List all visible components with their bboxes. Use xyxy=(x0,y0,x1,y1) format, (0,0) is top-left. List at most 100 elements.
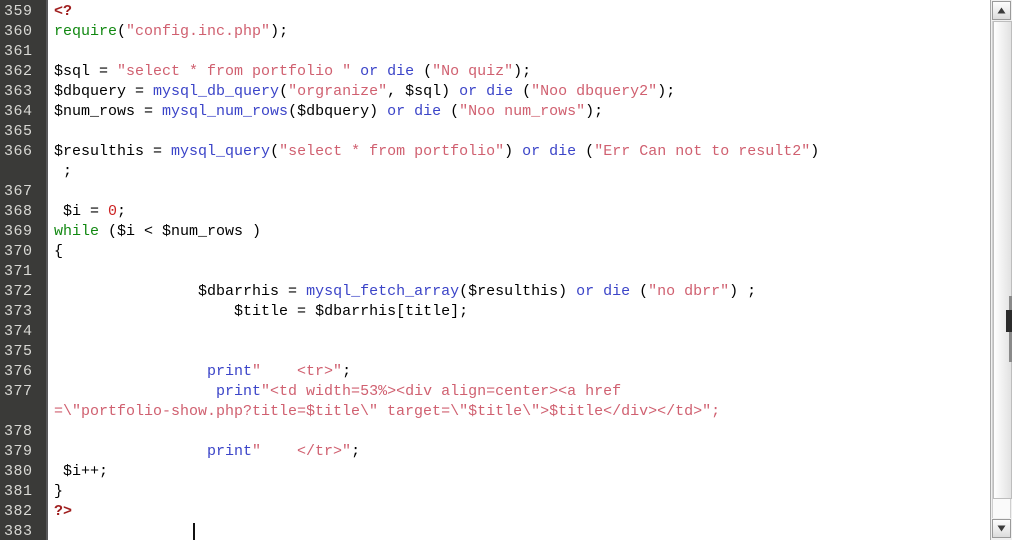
code-line[interactable] xyxy=(48,342,1012,362)
code-token: $num_rows ) xyxy=(162,223,262,240)
line-number: 366 xyxy=(4,143,33,160)
line-number: 365 xyxy=(4,123,33,140)
code-token: ($i xyxy=(108,223,145,240)
code-line[interactable]: $title = $dbarrhis[title]; xyxy=(48,302,1012,322)
code-token: or die xyxy=(360,63,424,80)
code-token: " <tr>" xyxy=(252,363,343,380)
code-token: ; xyxy=(117,203,127,220)
line-number: 376 xyxy=(4,363,33,380)
code-token: ( xyxy=(585,143,595,160)
line-number: 369 xyxy=(4,223,33,240)
scroll-up-arrow-button[interactable] xyxy=(992,1,1011,20)
code-line[interactable]: $i++; xyxy=(48,462,1012,482)
code-line[interactable]: <? xyxy=(48,2,1012,22)
code-token: mysql_num_rows xyxy=(162,103,289,120)
line-number-wrapped xyxy=(0,162,48,182)
code-line[interactable] xyxy=(48,42,1012,62)
code-token: mysql_db_query xyxy=(153,83,280,100)
code-token: print xyxy=(207,443,253,460)
line-number: 361 xyxy=(4,43,33,60)
code-token: ( xyxy=(639,283,649,300)
code-line[interactable]: ?> xyxy=(48,502,1012,522)
code-line[interactable]: { xyxy=(48,242,1012,262)
code-line-wrapped[interactable]: =\"portfolio-show.php?title=$title\" tar… xyxy=(48,402,1012,422)
code-line[interactable] xyxy=(48,422,1012,442)
code-token: ) ; xyxy=(729,283,757,300)
code-token: "orgranize" xyxy=(288,83,388,100)
scrollbar-position-marker xyxy=(1006,310,1012,332)
code-line[interactable]: $num_rows = mysql_num_rows($dbquery) or … xyxy=(48,102,1012,122)
line-number: 363 xyxy=(4,83,33,100)
line-number: 371 xyxy=(4,263,33,280)
code-token: ); xyxy=(657,83,676,100)
code-token: print xyxy=(216,383,262,400)
scroll-down-arrow-button[interactable] xyxy=(992,519,1011,538)
code-token: " </tr>" xyxy=(252,443,352,460)
line-number: 382 xyxy=(4,503,33,520)
code-token: "config.inc.php" xyxy=(126,23,271,40)
code-token: ( xyxy=(117,23,127,40)
code-token: $dbquery xyxy=(54,83,136,100)
line-number: 368 xyxy=(4,203,33,220)
code-token: $num_rows xyxy=(54,103,145,120)
code-token: = xyxy=(135,83,154,100)
code-line[interactable]: print" </tr>"; xyxy=(48,442,1012,462)
code-token: $i++; xyxy=(54,463,109,480)
line-number: 375 xyxy=(4,343,33,360)
line-number: 381 xyxy=(4,483,33,500)
line-number: 360 xyxy=(4,23,33,40)
scrollbar-thumb[interactable] xyxy=(993,21,1012,499)
code-token: ) xyxy=(504,143,523,160)
code-line-wrapped[interactable]: ; xyxy=(48,162,1012,182)
code-line[interactable] xyxy=(48,182,1012,202)
code-line[interactable]: $i = 0; xyxy=(48,202,1012,222)
code-line[interactable]: $dbquery = mysql_db_query ( "orgranize", $… xyxy=(48,82,1012,102)
code-token: 0 xyxy=(108,203,118,220)
line-number: 370 xyxy=(4,243,33,260)
triangle-down-icon xyxy=(997,525,1006,532)
line-number: 367 xyxy=(4,183,33,200)
code-token: = xyxy=(99,63,118,80)
code-line[interactable] xyxy=(48,322,1012,342)
code-token: ); xyxy=(585,103,604,120)
code-line[interactable]: require("config.inc.php"); xyxy=(48,22,1012,42)
code-token: ( xyxy=(423,63,433,80)
code-token: = xyxy=(90,203,109,220)
code-line[interactable]: $dbarrhis = mysql_fetch_array($resulthis… xyxy=(48,282,1012,302)
line-number: 359 xyxy=(4,3,33,20)
code-token: <? xyxy=(54,3,73,20)
code-token: , $sql) xyxy=(387,83,460,100)
code-text-area[interactable]: <? require("config.inc.php"); $sql = "sele… xyxy=(48,0,1012,540)
code-token: ); xyxy=(513,63,532,80)
code-token: =\"portfolio-show.php?title=$title\" tar… xyxy=(54,403,721,420)
code-token: = xyxy=(297,303,316,320)
code-line[interactable]: $resulthis = mysql_query("select * from … xyxy=(48,142,1012,162)
code-line[interactable]: $sql = "select * from portfolio " or die… xyxy=(48,62,1012,82)
code-token: $i xyxy=(54,203,91,220)
line-number-gutter: 359 360 361 362 363 364 365 366 367 368 369 370 371 3… xyxy=(0,0,48,540)
code-token: mysql_query xyxy=(171,143,271,160)
line-number: 372 xyxy=(4,283,33,300)
code-token: mysql_fetch_array xyxy=(306,283,460,300)
code-token: ( xyxy=(522,83,532,100)
code-line[interactable]: print" <tr>"; xyxy=(48,362,1012,382)
code-line[interactable] xyxy=(48,262,1012,282)
code-token: $resulthis xyxy=(54,143,154,160)
code-line[interactable]: } xyxy=(48,482,1012,502)
scrollbar-track[interactable] xyxy=(992,21,1012,518)
code-token: = xyxy=(288,283,307,300)
code-line[interactable]: print"<td width=53%><div align=center><a… xyxy=(48,382,1012,402)
code-token: ( xyxy=(450,103,460,120)
triangle-up-icon xyxy=(997,7,1006,14)
text-caret xyxy=(193,523,195,540)
code-token: "No quiz" xyxy=(432,63,514,80)
code-token: require xyxy=(54,23,118,40)
vertical-scrollbar[interactable] xyxy=(990,0,1012,540)
line-number-wrapped xyxy=(0,402,48,422)
code-token: ($dbquery) xyxy=(288,103,388,120)
code-line[interactable]: while ($i < $num_rows ) xyxy=(48,222,1012,242)
line-number: 377 xyxy=(4,383,33,400)
line-number: 364 xyxy=(4,103,33,120)
code-line[interactable] xyxy=(48,122,1012,142)
